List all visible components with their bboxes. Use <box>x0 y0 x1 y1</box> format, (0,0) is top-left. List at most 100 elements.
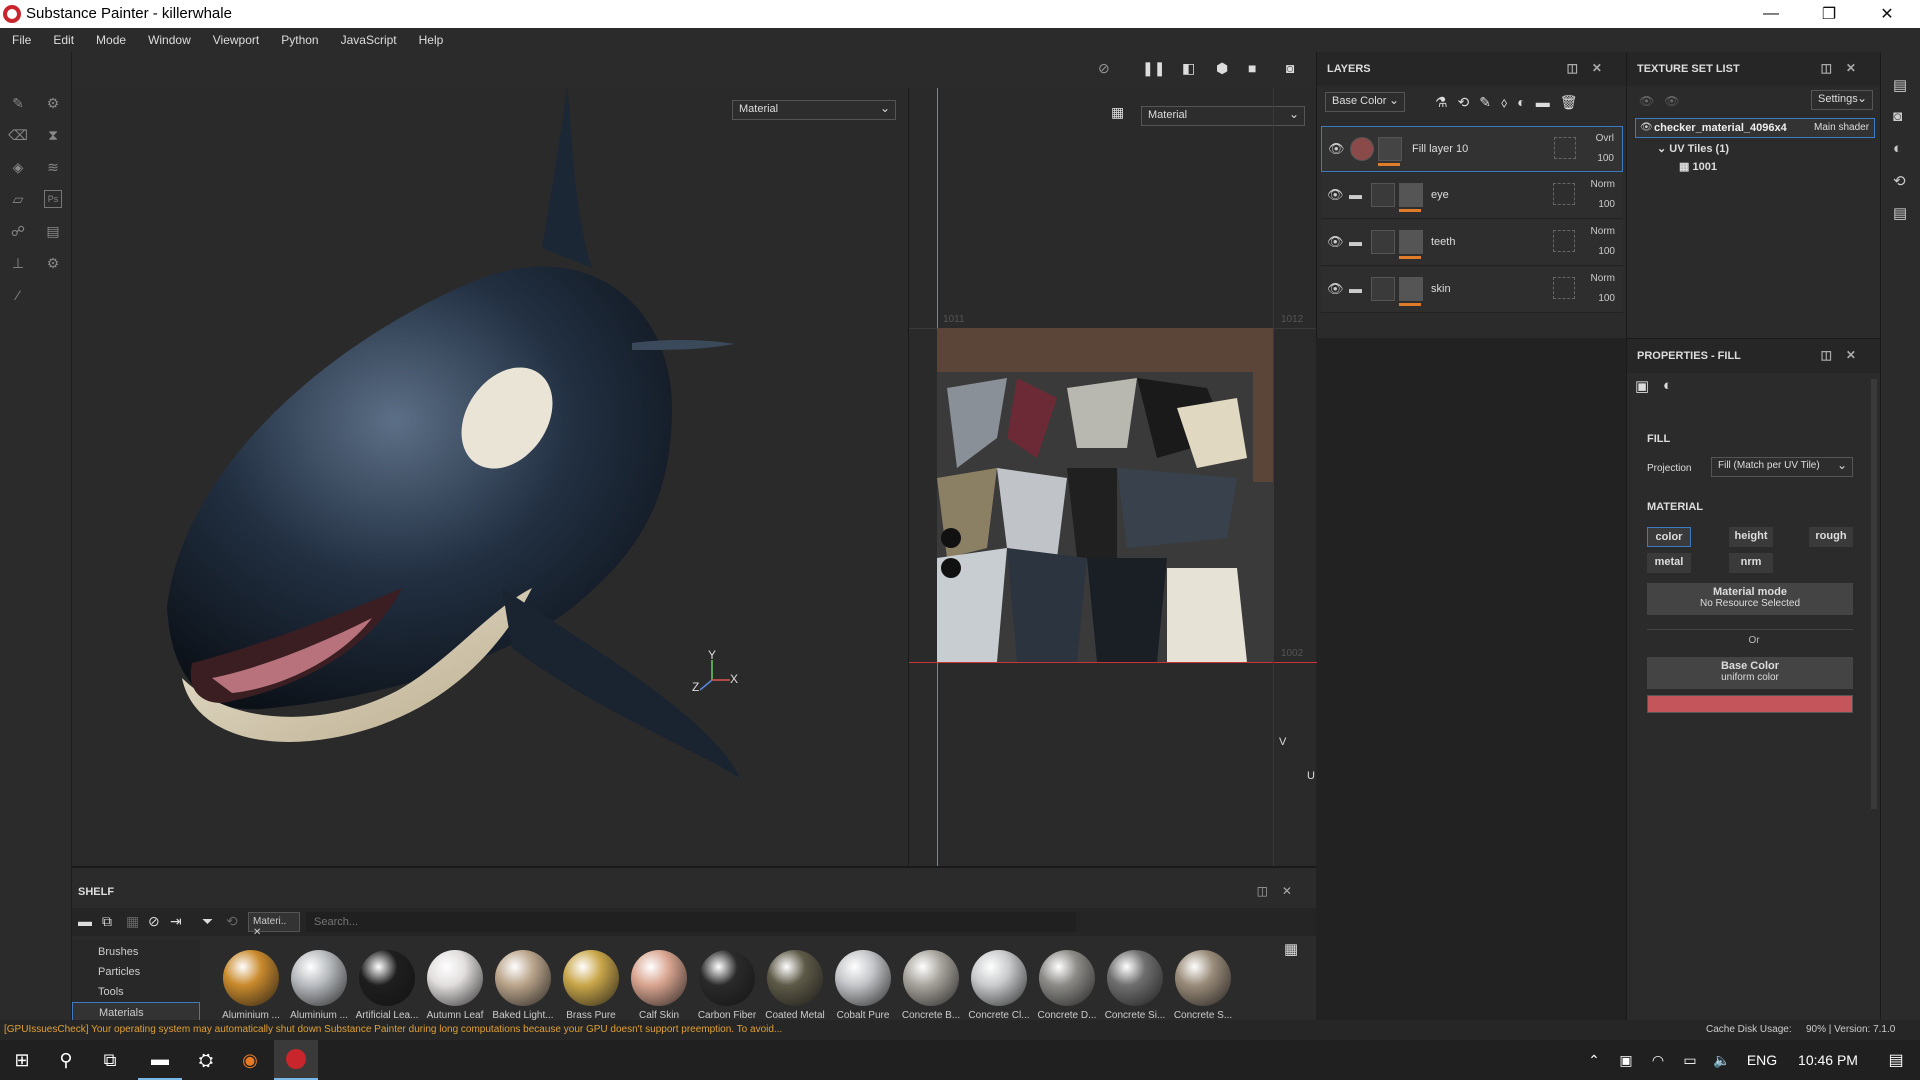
mask-slot-icon[interactable] <box>1553 277 1575 299</box>
layer-row[interactable]: 👁 ▬ teeth Norm 100 <box>1321 220 1623 266</box>
mask-thumbnail-icon[interactable] <box>1378 137 1402 161</box>
notifications-icon[interactable]: ▤ <box>1874 1040 1918 1080</box>
eye-icon[interactable]: 👁 <box>1640 122 1653 133</box>
material-properties-icon[interactable]: ◐ <box>1663 377 1672 394</box>
minimize-button[interactable]: — <box>1742 0 1800 28</box>
material-item[interactable]: Cobalt Pure <box>830 950 896 1021</box>
shader-label[interactable]: Main shader <box>1814 122 1869 133</box>
channel-rough-button[interactable]: rough <box>1809 527 1853 547</box>
category-particles[interactable]: Particles <box>98 966 140 978</box>
split-view-icon[interactable]: ◧ <box>1182 60 1195 77</box>
display-settings-icon[interactable]: ⚙ <box>42 252 64 274</box>
material-item[interactable]: Coated Metal <box>762 950 828 1021</box>
menu-file[interactable]: File <box>12 33 31 47</box>
base-color-block[interactable]: Base Color uniform color <box>1647 657 1853 689</box>
history-icon[interactable]: ⟲ <box>1893 172 1906 190</box>
viewport-3d[interactable]: Material Y Z X <box>72 88 908 866</box>
menu-viewport[interactable]: Viewport <box>213 33 259 47</box>
panel-window-icons[interactable]: ◫✕ <box>1821 348 1870 362</box>
blender-icon[interactable]: ◉ <box>228 1040 272 1080</box>
eraser-icon[interactable]: ⌫ <box>7 124 29 146</box>
file-explorer-icon[interactable]: ▬ <box>138 1040 182 1080</box>
new-item-icon[interactable]: ⧉ <box>102 913 112 930</box>
panel-window-icons[interactable]: ◫✕ <box>1257 884 1306 898</box>
mask-thumbnail-icon[interactable] <box>1399 277 1423 301</box>
polygon-fill-icon[interactable]: ▱ <box>7 188 29 210</box>
blend-mode[interactable]: Norm <box>1591 226 1615 237</box>
layer-row[interactable]: 👁 ▬ skin Norm 100 <box>1321 267 1623 313</box>
channel-select[interactable]: Base Color <box>1325 92 1405 112</box>
menu-mode[interactable]: Mode <box>96 33 126 47</box>
layer-opacity[interactable]: 100 <box>1598 246 1615 257</box>
smudge-icon[interactable]: ☍ <box>7 220 29 242</box>
material-item[interactable]: Baked Light... <box>490 950 556 1021</box>
shader-icon[interactable]: ◐ <box>1893 140 1902 157</box>
eye-icon[interactable]: 👁 <box>1327 281 1344 297</box>
filter-icon[interactable]: ⏷ <box>202 913 213 930</box>
channel-color-button[interactable]: color <box>1647 527 1691 547</box>
gpu-warning-text[interactable]: [GPUIssuesCheck] Your operating system m… <box>4 1024 984 1035</box>
layout-grid-icon[interactable]: ▦ <box>1111 104 1124 121</box>
color-picker-icon[interactable]: ⁄ <box>7 284 29 306</box>
save-icon[interactable]: ▦ <box>126 913 139 930</box>
maximize-button[interactable]: ❐ <box>1800 0 1858 28</box>
material-item[interactable]: Concrete B... <box>898 950 964 1021</box>
grid-view-icon[interactable]: ▦ <box>1284 940 1298 958</box>
layer-opacity[interactable]: 100 <box>1598 293 1615 304</box>
task-view-icon[interactable]: ⧉ <box>88 1040 132 1080</box>
clock[interactable]: 10:46 PM <box>1790 1040 1866 1080</box>
layer-row[interactable]: 👁 Fill layer 10 Ovrl 100 <box>1321 126 1623 172</box>
filter-tag[interactable]: Materi.. ✕ <box>248 912 300 938</box>
cube-view-icon[interactable]: ⬢ <box>1216 60 1228 77</box>
material-item[interactable]: Concrete Si... <box>1102 950 1168 1021</box>
mask-slot-icon[interactable] <box>1553 230 1575 252</box>
blend-mode[interactable]: Ovrl <box>1596 133 1614 144</box>
mask-thumbnail-icon[interactable] <box>1399 230 1423 254</box>
menu-edit[interactable]: Edit <box>53 33 74 47</box>
texture-set-row[interactable]: 👁 checker_material_4096x4 Main shader <box>1635 118 1875 138</box>
material-item[interactable]: Concrete S... <box>1170 950 1236 1021</box>
channel-metal-button[interactable]: metal <box>1647 553 1691 573</box>
blend-mode[interactable]: Norm <box>1591 179 1615 190</box>
visibility-toggle-icons[interactable]: 👁👁 <box>1639 94 1689 108</box>
settings-select[interactable]: Settings <box>1811 90 1873 110</box>
import-icon[interactable]: ⇥ <box>170 913 182 930</box>
clone-stamp-icon[interactable]: ⊥ <box>7 252 29 274</box>
hide-icon[interactable]: ⊘ <box>148 913 160 930</box>
hourglass-icon[interactable]: ⧗ <box>42 124 64 146</box>
viewport-2d[interactable]: ▦ Material 1011 1012 1001 1002 V U <box>908 88 1317 866</box>
log-icon[interactable]: ▤ <box>1893 204 1907 222</box>
app-steam-icon[interactable]: ⛭ <box>184 1040 228 1080</box>
category-materials[interactable]: Materials <box>72 1002 200 1022</box>
base-color-swatch[interactable] <box>1647 695 1853 713</box>
eye-icon[interactable]: 👁 <box>1327 234 1344 250</box>
pause-icon[interactable]: ❚❚ <box>1142 60 1165 77</box>
photoshop-icon[interactable]: Ps <box>44 190 62 208</box>
projection-icon[interactable]: ◈ <box>7 156 29 178</box>
close-button[interactable]: ✕ <box>1858 0 1916 28</box>
projection-select[interactable]: Fill (Match per UV Tile) <box>1711 457 1853 477</box>
channel-height-button[interactable]: height <box>1729 527 1773 547</box>
mask-thumbnail-icon[interactable] <box>1399 183 1423 207</box>
folder-icon[interactable]: ▬ <box>78 913 92 929</box>
paint-brush-icon[interactable]: ✎ <box>7 92 29 114</box>
category-tools[interactable]: Tools <box>98 986 124 998</box>
channel-nrm-button[interactable]: nrm <box>1729 553 1773 573</box>
menu-window[interactable]: Window <box>148 33 191 47</box>
layer-toolbar-icons[interactable]: ⚗⟲✎⬨◐▬🗑 <box>1435 94 1588 111</box>
export-doc-icon[interactable]: ▤ <box>42 220 64 242</box>
mask-slot-icon[interactable] <box>1553 183 1575 205</box>
substance-painter-taskbar-icon[interactable] <box>274 1040 318 1080</box>
uv-tile-item[interactable]: ▦ 1001 <box>1679 160 1717 173</box>
uv-material-select[interactable]: Material <box>1141 106 1305 126</box>
panel-window-icons[interactable]: ◫✕ <box>1821 61 1870 75</box>
material-item[interactable]: Aluminium ... <box>286 950 352 1021</box>
layer-row[interactable]: 👁 ▬ eye Norm 100 <box>1321 173 1623 219</box>
menu-help[interactable]: Help <box>419 33 444 47</box>
shelf-search-input[interactable] <box>306 912 1076 932</box>
blend-mode[interactable]: Norm <box>1591 273 1615 284</box>
menu-python[interactable]: Python <box>281 33 318 47</box>
refresh-icon[interactable]: ⟲ <box>226 913 238 930</box>
layers-panel-icon[interactable]: ▤ <box>1893 76 1907 94</box>
layer-opacity[interactable]: 100 <box>1597 153 1614 164</box>
